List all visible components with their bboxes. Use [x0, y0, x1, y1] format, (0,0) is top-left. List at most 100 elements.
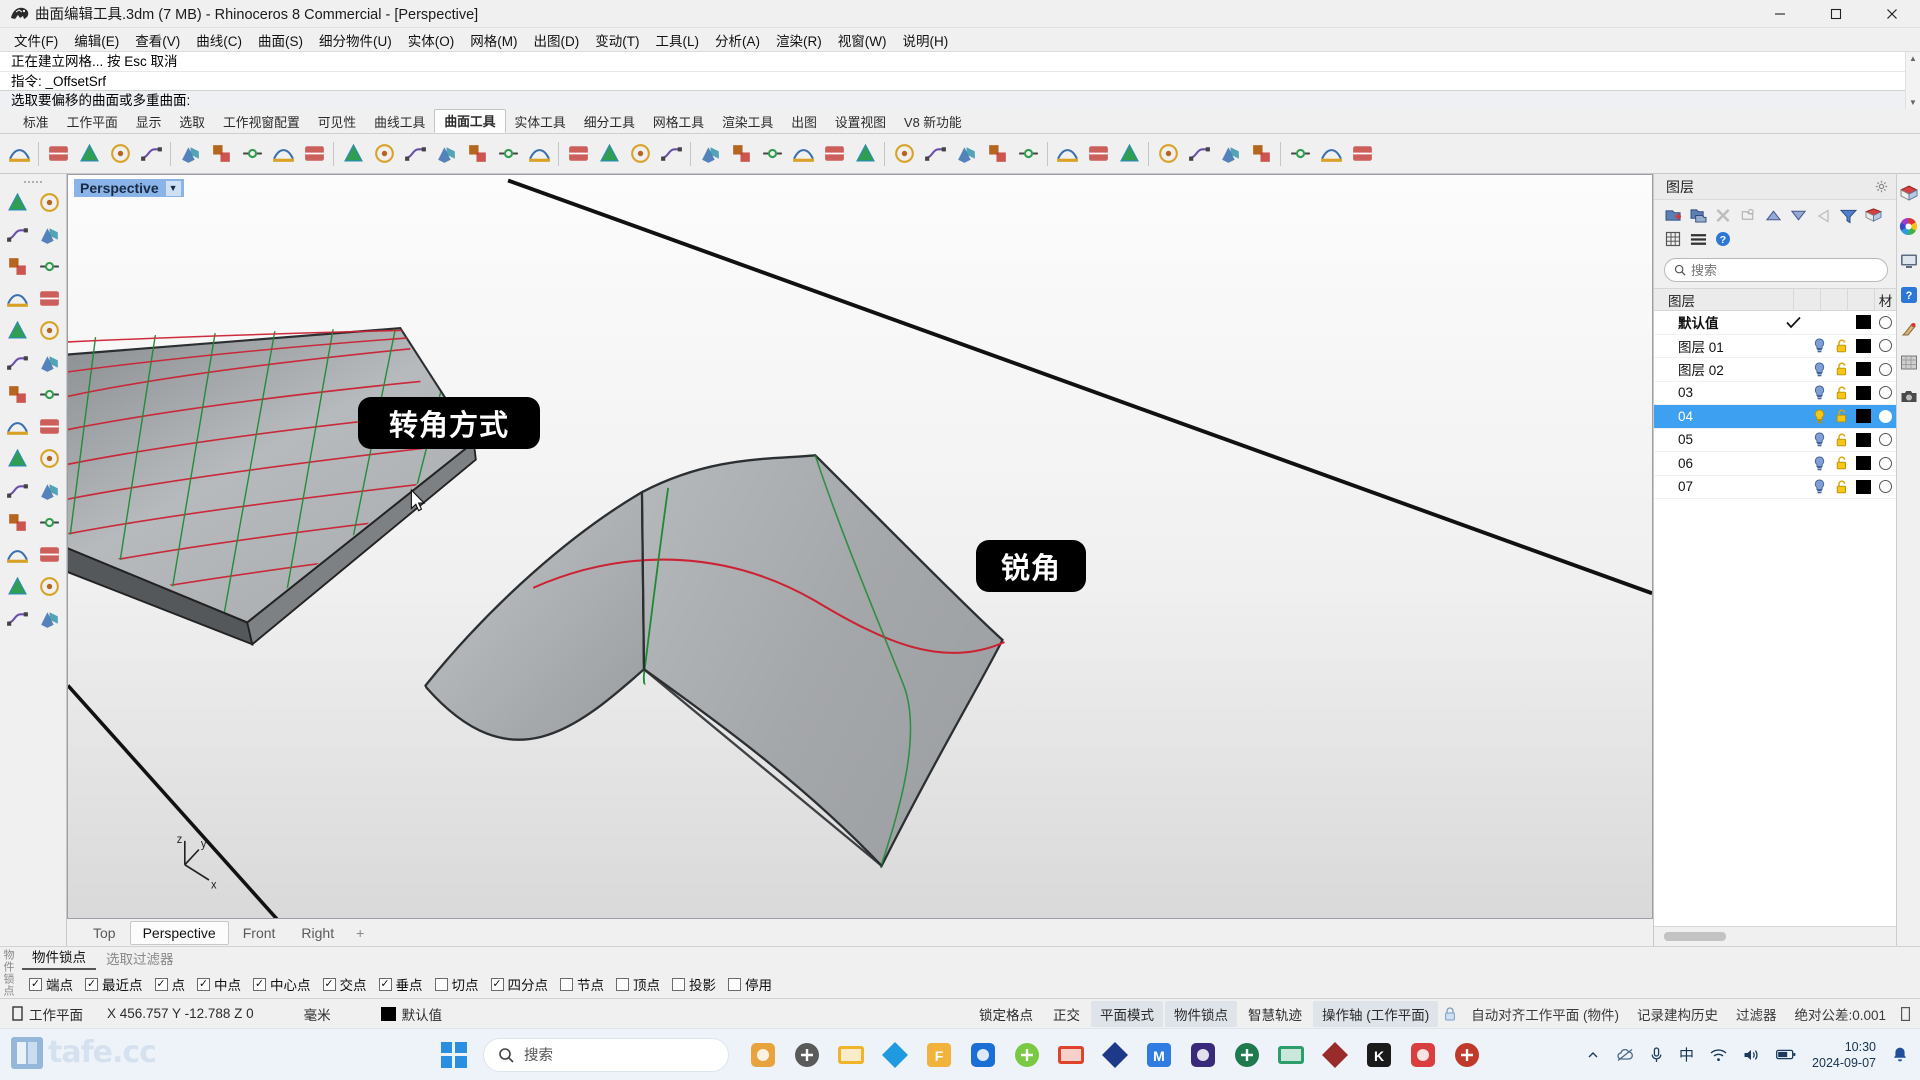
offset-surface-icon[interactable] [338, 139, 368, 169]
layer-color-swatch[interactable] [1852, 432, 1874, 447]
polyline-tool-icon[interactable] [34, 283, 64, 313]
taskbar-clock[interactable]: 10:30 2024-09-07 [1812, 1039, 1876, 1071]
sphere-icon[interactable] [34, 475, 64, 505]
toolbar-tab-2[interactable]: 显示 [127, 111, 171, 133]
osnap-option-点[interactable]: ✓ 点 [152, 972, 193, 996]
battery-icon[interactable] [1776, 1048, 1796, 1061]
layer-lock-icon[interactable] [1830, 409, 1852, 423]
menu-item-10[interactable]: 工具(L) [648, 28, 708, 52]
toolbar-tab-1[interactable]: 工作平面 [58, 111, 127, 133]
perspective-viewport[interactable]: z y x Perspective ▼ 转角方式 锐角 [67, 174, 1653, 919]
layer-lock-icon[interactable] [1830, 433, 1852, 447]
shrink-surface-icon[interactable] [757, 139, 787, 169]
menu-item-7[interactable]: 网格(M) [462, 28, 525, 52]
layer-current-check[interactable] [1778, 316, 1808, 329]
move-down-icon[interactable] [1787, 205, 1809, 226]
toolbar-tab-9[interactable]: 细分工具 [575, 111, 644, 133]
osnap-tab-1[interactable]: 选取过滤器 [96, 946, 184, 970]
viewport-tab-perspective[interactable]: Perspective [129, 920, 229, 945]
checkbox[interactable] [616, 977, 629, 991]
materials-icon[interactable] [1898, 318, 1919, 339]
task-view-app-icon[interactable] [786, 1034, 827, 1075]
status-toggle-5[interactable]: 操作轴 (工作平面) [1312, 1000, 1439, 1027]
degree-change-icon[interactable] [563, 139, 593, 169]
scissors-app-icon[interactable] [1050, 1034, 1091, 1075]
layer-row[interactable]: 图层 01 [1654, 335, 1896, 358]
layer-material-circle[interactable] [1874, 315, 1896, 329]
viewport-tab-top[interactable]: Top [81, 922, 128, 944]
surface-from-curves-icon[interactable] [74, 139, 104, 169]
checkbox[interactable]: ✓ [154, 977, 168, 991]
viewport-tab-front[interactable]: Front [231, 922, 288, 944]
layer-visibility-bulb-icon[interactable] [1808, 432, 1830, 447]
menu-item-4[interactable]: 曲面(S) [250, 28, 311, 52]
loft-icon[interactable] [105, 139, 135, 169]
search-input[interactable] [1691, 262, 1878, 278]
bell-icon[interactable] [1892, 1046, 1908, 1063]
layer-row[interactable]: 07 [1654, 476, 1896, 499]
new-sublayer-icon[interactable] [1687, 205, 1709, 226]
red-app-icon[interactable] [1446, 1034, 1487, 1075]
layer-color-swatch[interactable] [1852, 362, 1874, 377]
layer-color-swatch[interactable] [1852, 409, 1874, 424]
statusbar-grip-icon[interactable] [1895, 1006, 1920, 1021]
osnap-option-最近点[interactable]: ✓ 最近点 [82, 972, 150, 996]
duplicate-layer-icon[interactable] [1737, 205, 1759, 226]
menu-item-6[interactable]: 实体(O) [400, 28, 463, 52]
taskbar-search[interactable]: 搜索 [483, 1037, 729, 1072]
move-left-icon[interactable] [1812, 205, 1834, 226]
sweep1-icon[interactable] [175, 139, 205, 169]
grid-view-icon[interactable] [1662, 228, 1684, 249]
wifi-icon[interactable] [1710, 1048, 1727, 1062]
status-extra-0[interactable]: 自动对齐工作平面 (物件) [1462, 1001, 1628, 1027]
color-band-icon[interactable] [1347, 139, 1377, 169]
toolbar-tab-0[interactable]: 标准 [14, 111, 58, 133]
layer-visibility-bulb-icon[interactable] [1808, 479, 1830, 494]
select-arrow-icon[interactable] [2, 187, 32, 217]
minimize-button[interactable] [1752, 0, 1808, 28]
list-view-icon[interactable] [1687, 228, 1709, 249]
line-icon[interactable] [2, 283, 32, 313]
layer-visibility-bulb-icon[interactable] [1808, 385, 1830, 400]
osnap-option-投影[interactable]: 投影 [669, 972, 723, 996]
cplane-indicator[interactable]: 工作平面 [0, 1004, 95, 1024]
select-points-icon[interactable] [2, 219, 32, 249]
layer-material-circle[interactable] [1874, 456, 1896, 470]
checkbox[interactable]: ✓ [490, 977, 504, 991]
layer-material-circle[interactable] [1874, 386, 1896, 400]
layer-lock-icon[interactable] [1830, 456, 1852, 470]
toolbar-tab-10[interactable]: 网格工具 [644, 111, 713, 133]
fit-surface-icon[interactable] [524, 139, 554, 169]
silhouette-icon[interactable] [1013, 139, 1043, 169]
menu-item-1[interactable]: 编辑(E) [66, 28, 127, 52]
merge-surface-icon[interactable] [493, 139, 523, 169]
circle-icon[interactable] [2, 315, 32, 345]
circle-browser-app-icon[interactable] [962, 1034, 1003, 1075]
surface-edit-icon[interactable] [1316, 139, 1346, 169]
ev-app-icon[interactable] [1270, 1034, 1311, 1075]
osnap-option-端点[interactable]: ✓ 端点 [26, 972, 80, 996]
texture-icon[interactable] [1898, 352, 1919, 373]
layer-lock-icon[interactable] [1830, 480, 1852, 494]
arc-icon[interactable] [34, 315, 64, 345]
smash-icon[interactable] [850, 139, 880, 169]
folder-blue-app-icon[interactable] [830, 1034, 871, 1075]
move-up-icon[interactable] [1762, 205, 1784, 226]
menu-item-8[interactable]: 出图(D) [526, 28, 588, 52]
toolbar-tab-8[interactable]: 实体工具 [506, 111, 575, 133]
layers-rail-icon[interactable] [1898, 182, 1919, 203]
photoshop-app-icon[interactable] [1094, 1034, 1135, 1075]
layer-material-circle[interactable] [1874, 433, 1896, 447]
split-surface-icon[interactable] [656, 139, 686, 169]
layer-row[interactable]: 04 [1654, 405, 1896, 429]
disc-app-icon[interactable] [1402, 1034, 1443, 1075]
command-scrollbar[interactable]: ▲ ▼ [1905, 52, 1920, 109]
osnap-option-交点[interactable]: ✓ 交点 [320, 972, 374, 996]
layer-row[interactable]: 图层 02 [1654, 358, 1896, 382]
chamfer-surface-icon[interactable] [431, 139, 461, 169]
toolbar-tab-7[interactable]: 曲面工具 [434, 109, 506, 133]
layer-color-swatch[interactable] [1852, 385, 1874, 400]
edge-browser-app-icon[interactable] [874, 1034, 915, 1075]
menu-item-12[interactable]: 渲染(R) [768, 28, 830, 52]
annotation-icon[interactable] [34, 539, 64, 569]
